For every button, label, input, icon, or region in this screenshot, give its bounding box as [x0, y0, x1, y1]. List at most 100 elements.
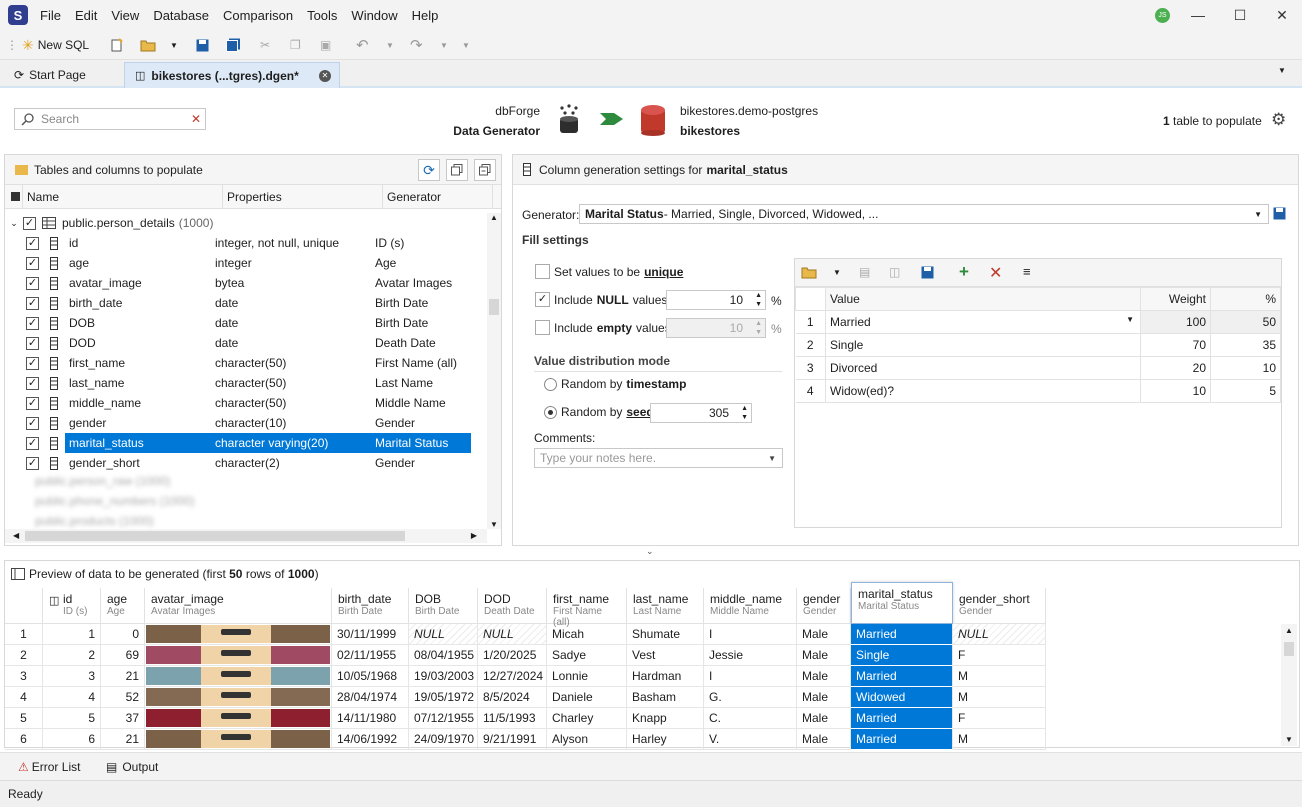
- preview-cell-first[interactable]: Lonnie: [547, 666, 627, 687]
- preview-cell-age[interactable]: 37: [101, 708, 145, 729]
- save-generator-icon[interactable]: [1273, 207, 1286, 220]
- column-checkbox[interactable]: [26, 356, 39, 370]
- preview-cell-id[interactable]: 6: [43, 729, 101, 750]
- redo-dropdown-icon[interactable]: ▼: [440, 35, 448, 55]
- preview-header-DOB[interactable]: DOB Birth Date: [409, 588, 478, 624]
- preview-cell-gs[interactable]: F: [953, 645, 1046, 666]
- value-cell[interactable]: Widow(ed)?: [825, 379, 1141, 403]
- preview-cell-last[interactable]: Hardman: [627, 666, 704, 687]
- preview-cell-gs[interactable]: M: [953, 729, 1046, 750]
- preview-header-birth_date[interactable]: birth_date Birth Date: [332, 588, 409, 624]
- value-cell[interactable]: Single: [825, 333, 1141, 357]
- random-seed-radio[interactable]: [544, 405, 557, 419]
- preview-scroll-up-icon[interactable]: ▲: [1285, 626, 1293, 635]
- value-cell[interactable]: Divorced: [825, 356, 1141, 380]
- preview-header-middle_name[interactable]: middle_name Middle Name: [704, 588, 797, 624]
- include-empty-option[interactable]: Include empty values: [535, 320, 671, 335]
- comments-input[interactable]: Type your notes here. ▼: [534, 448, 783, 468]
- redo-icon[interactable]: ↷: [410, 35, 423, 55]
- value-column-header[interactable]: Value: [825, 287, 1141, 311]
- preview-header-last_name[interactable]: last_name Last Name: [627, 588, 704, 624]
- include-null-option[interactable]: Include NULL values: [535, 292, 667, 307]
- preview-cell-gender[interactable]: Male: [797, 645, 851, 666]
- settings-gear-icon[interactable]: ⚙: [1271, 110, 1286, 130]
- preview-cell-age[interactable]: 0: [101, 624, 145, 645]
- undo-icon[interactable]: ↶: [356, 35, 369, 55]
- preview-cell-dob[interactable]: 19/05/1972: [409, 687, 478, 708]
- column-checkbox[interactable]: [26, 456, 39, 470]
- preview-header-age[interactable]: age Age: [101, 588, 145, 624]
- value-row[interactable]: 1 Married ▼ 100 50: [795, 310, 1281, 334]
- preview-header-DOD[interactable]: DOD Death Date: [478, 588, 547, 624]
- scroll-left-icon[interactable]: ◀: [13, 531, 19, 540]
- preview-cell-age[interactable]: 21: [101, 729, 145, 750]
- preview-cell-dod[interactable]: 8/5/2024: [478, 687, 547, 708]
- open-values-icon[interactable]: [801, 265, 817, 279]
- column-checkbox[interactable]: [26, 436, 39, 450]
- add-value-icon[interactable]: +: [959, 262, 969, 282]
- preview-cell-middle[interactable]: I: [704, 624, 797, 645]
- preview-cell-dod[interactable]: 1/20/2025: [478, 645, 547, 666]
- preview-header-gender_short[interactable]: gender_short Gender: [953, 588, 1046, 624]
- unique-option[interactable]: Set values to be unique: [535, 264, 683, 279]
- preview-cell-dob[interactable]: 07/12/1955: [409, 708, 478, 729]
- preview-scroll-down-icon[interactable]: ▼: [1285, 735, 1293, 744]
- cut-icon[interactable]: ✂: [260, 35, 270, 55]
- tree-column-row[interactable]: age integer Age: [5, 253, 485, 273]
- tabs-dropdown-icon[interactable]: ▼: [1278, 66, 1286, 75]
- column-checkbox[interactable]: [26, 256, 39, 270]
- preview-cell-marital[interactable]: Married: [851, 729, 953, 750]
- preview-cell-marital[interactable]: Single: [851, 645, 953, 666]
- tree-column-row[interactable]: last_name character(50) Last Name: [5, 373, 485, 393]
- preview-cell-birth[interactable]: 10/05/1968: [332, 666, 409, 687]
- preview-cell-gs[interactable]: M: [953, 687, 1046, 708]
- maximize-icon[interactable]: ☐: [1220, 0, 1260, 30]
- preview-cell-birth[interactable]: 30/11/1999: [332, 624, 409, 645]
- value-dropdown-icon[interactable]: ▼: [1126, 315, 1134, 324]
- preview-cell-id[interactable]: 4: [43, 687, 101, 708]
- random-timestamp-radio[interactable]: [544, 377, 557, 391]
- menu-window[interactable]: Window: [351, 8, 397, 23]
- preview-cell-id[interactable]: 3: [43, 666, 101, 687]
- delete-value-icon[interactable]: ✕: [989, 263, 1002, 283]
- tab-start-page[interactable]: ⟳ Start Page: [4, 62, 96, 88]
- preview-cell-marital[interactable]: Widowed: [851, 687, 953, 708]
- tree-vscrollbar[interactable]: ▲ ▼: [487, 213, 501, 529]
- menu-tools[interactable]: Tools: [307, 8, 337, 23]
- save-icon[interactable]: [196, 35, 209, 55]
- undo-dropdown-icon[interactable]: ▼: [386, 35, 394, 55]
- random-by-timestamp-option[interactable]: Random by timestamp: [544, 377, 686, 391]
- preview-cell-middle[interactable]: C.: [704, 708, 797, 729]
- random-by-seed-option[interactable]: Random by seed: [544, 405, 654, 419]
- paste-icon[interactable]: ▣: [320, 35, 331, 55]
- menu-help[interactable]: Help: [412, 8, 439, 23]
- preview-cell-first[interactable]: Alyson: [547, 729, 627, 750]
- minimize-icon[interactable]: —: [1178, 0, 1218, 30]
- column-checkbox[interactable]: [26, 396, 39, 410]
- scroll-up-icon[interactable]: ▲: [490, 213, 498, 222]
- clear-values-icon[interactable]: ≡: [1023, 264, 1031, 279]
- preview-cell-gs[interactable]: NULL: [953, 624, 1046, 645]
- menu-file[interactable]: File: [40, 8, 61, 23]
- expand-all-icon[interactable]: [446, 159, 468, 181]
- preview-cell-gs[interactable]: M: [953, 666, 1046, 687]
- preview-cell-age[interactable]: 52: [101, 687, 145, 708]
- column-checkbox[interactable]: [26, 296, 39, 310]
- tree-column-row[interactable]: marital_status character varying(20) Marit…: [5, 433, 485, 453]
- menu-comparison[interactable]: Comparison: [223, 8, 293, 23]
- preview-cell-birth[interactable]: 14/06/1992: [332, 729, 409, 750]
- tree-table-row[interactable]: ⌄ public.person_details (1000): [5, 213, 485, 233]
- new-sql-button[interactable]: ✳ New SQL: [22, 35, 89, 55]
- table-checkbox[interactable]: [23, 216, 36, 230]
- comments-dropdown-icon[interactable]: ▼: [768, 454, 776, 463]
- column-checkbox[interactable]: [26, 316, 39, 330]
- error-list-tab[interactable]: ⚠ Error List: [18, 760, 80, 774]
- scroll-right-icon[interactable]: ▶: [471, 531, 477, 540]
- value-row[interactable]: 2 Single 70 35: [795, 333, 1281, 357]
- tree-column-row[interactable]: id integer, not null, unique ID (s): [5, 233, 485, 253]
- tree-column-row[interactable]: DOB date Birth Date: [5, 313, 485, 333]
- preview-cell-gs[interactable]: F: [953, 708, 1046, 729]
- tree-hscrollbar[interactable]: ◀ ▶: [5, 529, 487, 543]
- preview-cell-last[interactable]: Harley: [627, 729, 704, 750]
- preview-cell-middle[interactable]: V.: [704, 729, 797, 750]
